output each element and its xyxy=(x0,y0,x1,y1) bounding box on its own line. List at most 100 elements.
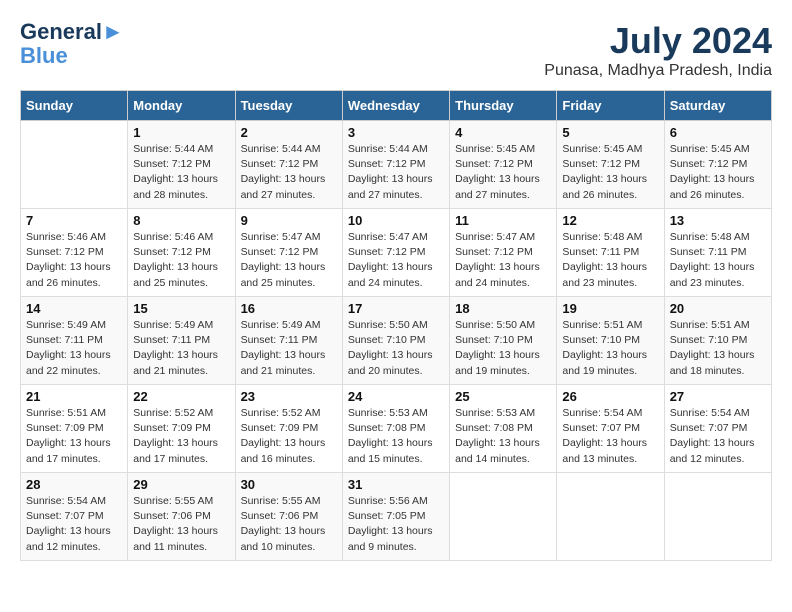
cell-info: Sunrise: 5:45 AM Sunset: 7:12 PM Dayligh… xyxy=(562,142,658,203)
daylight-text: Daylight: 13 hours and 26 minutes. xyxy=(562,173,647,200)
day-number: 29 xyxy=(133,477,229,492)
daylight-text: Daylight: 13 hours and 15 minutes. xyxy=(348,437,433,464)
calendar-cell: 28 Sunrise: 5:54 AM Sunset: 7:07 PM Dayl… xyxy=(21,473,128,561)
day-number: 20 xyxy=(670,301,766,316)
sunrise-text: Sunrise: 5:46 AM xyxy=(26,231,106,243)
sunset-text: Sunset: 7:11 PM xyxy=(562,246,639,258)
daylight-text: Daylight: 13 hours and 23 minutes. xyxy=(670,261,755,288)
day-number: 2 xyxy=(241,125,337,140)
calendar-cell: 10 Sunrise: 5:47 AM Sunset: 7:12 PM Dayl… xyxy=(342,209,449,297)
daylight-text: Daylight: 13 hours and 24 minutes. xyxy=(455,261,540,288)
calendar-cell xyxy=(21,121,128,209)
sunset-text: Sunset: 7:12 PM xyxy=(348,158,426,170)
sunrise-text: Sunrise: 5:48 AM xyxy=(562,231,642,243)
day-number: 31 xyxy=(348,477,444,492)
day-number: 24 xyxy=(348,389,444,404)
daylight-text: Daylight: 13 hours and 23 minutes. xyxy=(562,261,647,288)
cell-info: Sunrise: 5:54 AM Sunset: 7:07 PM Dayligh… xyxy=(670,406,766,467)
daylight-text: Daylight: 13 hours and 27 minutes. xyxy=(241,173,326,200)
sunrise-text: Sunrise: 5:52 AM xyxy=(133,407,213,419)
month-title: July 2024 xyxy=(544,20,772,62)
sunset-text: Sunset: 7:11 PM xyxy=(26,334,103,346)
calendar-cell: 20 Sunrise: 5:51 AM Sunset: 7:10 PM Dayl… xyxy=(664,297,771,385)
daylight-text: Daylight: 13 hours and 17 minutes. xyxy=(26,437,111,464)
sunset-text: Sunset: 7:10 PM xyxy=(348,334,426,346)
daylight-text: Daylight: 13 hours and 25 minutes. xyxy=(133,261,218,288)
day-number: 7 xyxy=(26,213,122,228)
cell-info: Sunrise: 5:51 AM Sunset: 7:10 PM Dayligh… xyxy=(562,318,658,379)
sunrise-text: Sunrise: 5:53 AM xyxy=(348,407,428,419)
calendar-cell: 25 Sunrise: 5:53 AM Sunset: 7:08 PM Dayl… xyxy=(450,385,557,473)
calendar-cell: 15 Sunrise: 5:49 AM Sunset: 7:11 PM Dayl… xyxy=(128,297,235,385)
calendar-cell: 24 Sunrise: 5:53 AM Sunset: 7:08 PM Dayl… xyxy=(342,385,449,473)
daylight-text: Daylight: 13 hours and 26 minutes. xyxy=(670,173,755,200)
day-number: 15 xyxy=(133,301,229,316)
sunrise-text: Sunrise: 5:52 AM xyxy=(241,407,321,419)
cell-info: Sunrise: 5:49 AM Sunset: 7:11 PM Dayligh… xyxy=(133,318,229,379)
day-number: 14 xyxy=(26,301,122,316)
daylight-text: Daylight: 13 hours and 21 minutes. xyxy=(241,349,326,376)
day-number: 26 xyxy=(562,389,658,404)
day-header-wednesday: Wednesday xyxy=(342,91,449,121)
sunrise-text: Sunrise: 5:45 AM xyxy=(670,143,750,155)
cell-info: Sunrise: 5:49 AM Sunset: 7:11 PM Dayligh… xyxy=(26,318,122,379)
sunset-text: Sunset: 7:09 PM xyxy=(133,422,211,434)
sunrise-text: Sunrise: 5:47 AM xyxy=(241,231,321,243)
calendar-cell: 13 Sunrise: 5:48 AM Sunset: 7:11 PM Dayl… xyxy=(664,209,771,297)
calendar-cell: 16 Sunrise: 5:49 AM Sunset: 7:11 PM Dayl… xyxy=(235,297,342,385)
day-header-monday: Monday xyxy=(128,91,235,121)
cell-info: Sunrise: 5:50 AM Sunset: 7:10 PM Dayligh… xyxy=(455,318,551,379)
cell-info: Sunrise: 5:45 AM Sunset: 7:12 PM Dayligh… xyxy=(455,142,551,203)
sunset-text: Sunset: 7:06 PM xyxy=(133,510,211,522)
cell-info: Sunrise: 5:54 AM Sunset: 7:07 PM Dayligh… xyxy=(562,406,658,467)
calendar-cell xyxy=(450,473,557,561)
calendar-cell: 19 Sunrise: 5:51 AM Sunset: 7:10 PM Dayl… xyxy=(557,297,664,385)
day-number: 18 xyxy=(455,301,551,316)
calendar-body: 1 Sunrise: 5:44 AM Sunset: 7:12 PM Dayli… xyxy=(21,121,772,561)
calendar-week-5: 28 Sunrise: 5:54 AM Sunset: 7:07 PM Dayl… xyxy=(21,473,772,561)
calendar-week-3: 14 Sunrise: 5:49 AM Sunset: 7:11 PM Dayl… xyxy=(21,297,772,385)
location: Punasa, Madhya Pradesh, India xyxy=(544,62,772,80)
calendar-cell: 17 Sunrise: 5:50 AM Sunset: 7:10 PM Dayl… xyxy=(342,297,449,385)
sunset-text: Sunset: 7:07 PM xyxy=(26,510,104,522)
sunset-text: Sunset: 7:12 PM xyxy=(455,246,533,258)
daylight-text: Daylight: 13 hours and 27 minutes. xyxy=(348,173,433,200)
daylight-text: Daylight: 13 hours and 22 minutes. xyxy=(26,349,111,376)
calendar-cell: 30 Sunrise: 5:55 AM Sunset: 7:06 PM Dayl… xyxy=(235,473,342,561)
calendar-week-4: 21 Sunrise: 5:51 AM Sunset: 7:09 PM Dayl… xyxy=(21,385,772,473)
calendar-table: SundayMondayTuesdayWednesdayThursdayFrid… xyxy=(20,90,772,561)
daylight-text: Daylight: 13 hours and 20 minutes. xyxy=(348,349,433,376)
cell-info: Sunrise: 5:46 AM Sunset: 7:12 PM Dayligh… xyxy=(133,230,229,291)
calendar-header-row: SundayMondayTuesdayWednesdayThursdayFrid… xyxy=(21,91,772,121)
calendar-cell: 21 Sunrise: 5:51 AM Sunset: 7:09 PM Dayl… xyxy=(21,385,128,473)
day-number: 3 xyxy=(348,125,444,140)
cell-info: Sunrise: 5:56 AM Sunset: 7:05 PM Dayligh… xyxy=(348,494,444,555)
cell-info: Sunrise: 5:44 AM Sunset: 7:12 PM Dayligh… xyxy=(133,142,229,203)
sunrise-text: Sunrise: 5:56 AM xyxy=(348,495,428,507)
sunrise-text: Sunrise: 5:54 AM xyxy=(670,407,750,419)
sunset-text: Sunset: 7:09 PM xyxy=(241,422,319,434)
cell-info: Sunrise: 5:50 AM Sunset: 7:10 PM Dayligh… xyxy=(348,318,444,379)
day-number: 27 xyxy=(670,389,766,404)
sunrise-text: Sunrise: 5:54 AM xyxy=(562,407,642,419)
calendar-cell: 4 Sunrise: 5:45 AM Sunset: 7:12 PM Dayli… xyxy=(450,121,557,209)
logo-blue: Blue xyxy=(20,44,124,68)
cell-info: Sunrise: 5:45 AM Sunset: 7:12 PM Dayligh… xyxy=(670,142,766,203)
daylight-text: Daylight: 13 hours and 19 minutes. xyxy=(455,349,540,376)
cell-info: Sunrise: 5:55 AM Sunset: 7:06 PM Dayligh… xyxy=(133,494,229,555)
day-number: 25 xyxy=(455,389,551,404)
cell-info: Sunrise: 5:47 AM Sunset: 7:12 PM Dayligh… xyxy=(348,230,444,291)
day-header-sunday: Sunday xyxy=(21,91,128,121)
day-number: 1 xyxy=(133,125,229,140)
daylight-text: Daylight: 13 hours and 13 minutes. xyxy=(562,437,647,464)
calendar-cell xyxy=(557,473,664,561)
day-number: 11 xyxy=(455,213,551,228)
sunrise-text: Sunrise: 5:49 AM xyxy=(26,319,106,331)
sunset-text: Sunset: 7:11 PM xyxy=(241,334,318,346)
daylight-text: Daylight: 13 hours and 25 minutes. xyxy=(241,261,326,288)
sunset-text: Sunset: 7:10 PM xyxy=(455,334,533,346)
cell-info: Sunrise: 5:46 AM Sunset: 7:12 PM Dayligh… xyxy=(26,230,122,291)
calendar-cell: 7 Sunrise: 5:46 AM Sunset: 7:12 PM Dayli… xyxy=(21,209,128,297)
day-number: 12 xyxy=(562,213,658,228)
calendar-week-1: 1 Sunrise: 5:44 AM Sunset: 7:12 PM Dayli… xyxy=(21,121,772,209)
